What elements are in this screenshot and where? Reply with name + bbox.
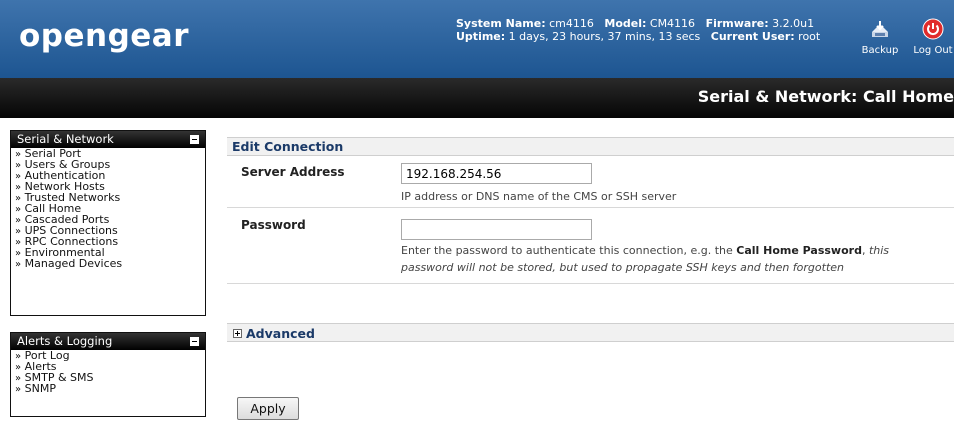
- model-label: Model:: [604, 17, 647, 30]
- password-input[interactable]: [401, 219, 592, 240]
- title-bar: Serial & Network: Call Home: [0, 78, 954, 118]
- backup-label: Backup: [861, 45, 899, 56]
- apply-button[interactable]: Apply: [237, 397, 299, 420]
- expand-plus-icon[interactable]: [233, 328, 242, 338]
- uptime-label: Uptime:: [456, 30, 506, 43]
- opengear-logo: opengear: [19, 18, 190, 54]
- alerts-logging-menu: Alerts & Logging » Port Log » Alerts » S…: [10, 332, 206, 417]
- system-name-value: cm4116: [549, 17, 594, 30]
- backup-icon: [872, 21, 888, 37]
- system-info: System Name: cm4116 Model: CM4116 Firmwa…: [456, 17, 820, 43]
- page-title: Serial & Network: Call Home: [697, 87, 954, 106]
- sidebar-item-snmp[interactable]: » SNMP: [15, 383, 205, 395]
- alerts-logging-menu-header: Alerts & Logging: [11, 333, 205, 350]
- call-home-password-text: Call Home Password: [736, 244, 862, 257]
- power-icon: [922, 18, 944, 40]
- serial-network-menu: Serial & Network » Serial Port » Users &…: [10, 130, 206, 316]
- password-row: Password Enter the password to authentic…: [227, 208, 954, 284]
- firmware-label: Firmware:: [705, 17, 769, 30]
- collapse-icon[interactable]: [190, 337, 199, 346]
- logout-label: Log Out: [913, 45, 953, 56]
- collapse-icon[interactable]: [190, 135, 199, 144]
- advanced-toggle[interactable]: Advanced: [227, 323, 954, 342]
- top-header: opengear System Name: cm4116 Model: CM41…: [0, 0, 954, 78]
- current-user-value: root: [798, 30, 821, 43]
- password-label: Password: [241, 218, 306, 232]
- serial-network-menu-header: Serial & Network: [11, 131, 205, 148]
- current-user-label: Current User:: [710, 30, 795, 43]
- server-address-label: Server Address: [241, 165, 345, 179]
- model-value: CM4116: [649, 17, 696, 30]
- logout-button[interactable]: Log Out: [908, 18, 954, 56]
- system-name-label: System Name:: [456, 17, 546, 30]
- edit-connection-header: Edit Connection: [227, 137, 954, 156]
- firmware-value: 3.2.0u1: [772, 17, 815, 30]
- server-address-help: IP address or DNS name of the CMS or SSH…: [401, 190, 677, 203]
- server-address-input[interactable]: [401, 163, 592, 184]
- backup-button[interactable]: Backup: [855, 18, 905, 56]
- advanced-title: Advanced: [246, 325, 315, 341]
- serial-network-menu-title: Serial & Network: [17, 132, 114, 146]
- alerts-logging-menu-title: Alerts & Logging: [17, 334, 113, 348]
- sidebar-item-managed-devices[interactable]: » Managed Devices: [15, 258, 205, 270]
- server-address-row: Server Address IP address or DNS name of…: [227, 158, 954, 208]
- uptime-value: 1 days, 23 hours, 37 mins, 13 secs: [508, 30, 701, 43]
- password-help: Enter the password to authenticate this …: [401, 244, 890, 274]
